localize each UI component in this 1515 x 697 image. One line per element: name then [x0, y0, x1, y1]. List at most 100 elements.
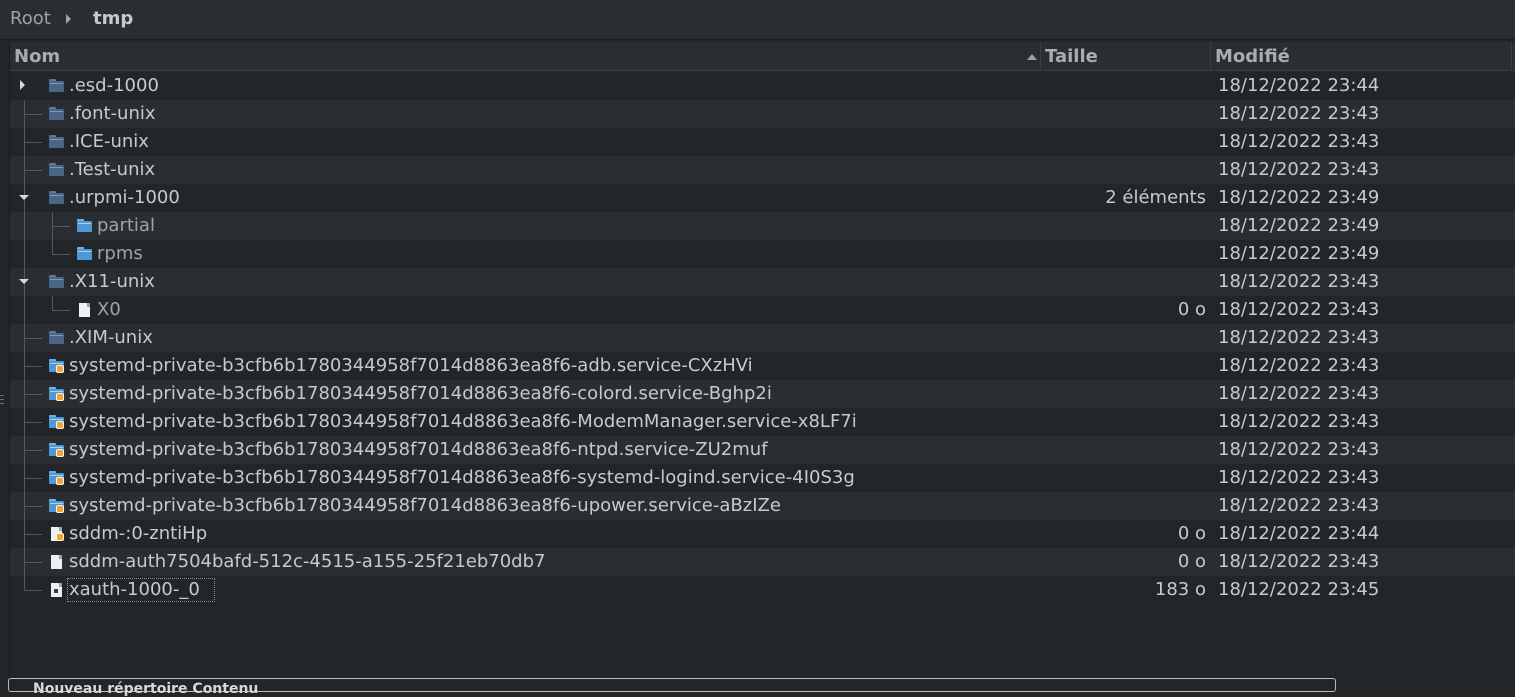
folder-icon: [77, 247, 93, 261]
row-size: [1040, 408, 1206, 436]
row-name: systemd-private-b3cfb6b1780344958f7014d8…: [69, 355, 753, 376]
row-name: sddm-:0-zntiHp: [69, 523, 208, 544]
row-modified: 18/12/2022 23:43: [1218, 439, 1380, 460]
row-modified: 18/12/2022 23:43: [1218, 355, 1380, 376]
tree-row[interactable]: systemd-private-b3cfb6b1780344958f7014d8…: [10, 380, 1515, 408]
row-name: systemd-private-b3cfb6b1780344958f7014d8…: [69, 411, 857, 432]
collapse-arrow-icon[interactable]: [19, 279, 29, 284]
row-name: .Test-unix: [69, 159, 156, 180]
tree-row-selected[interactable]: xauth-1000-_0 183 o 18/12/2022 23:45: [10, 576, 1515, 604]
file-icon: [49, 555, 65, 569]
folder-icon: [49, 331, 65, 345]
tree-row[interactable]: .Test-unix 18/12/2022 23:43: [10, 156, 1515, 184]
collapse-arrow-icon[interactable]: [19, 195, 29, 200]
row-name: sddm-auth7504bafd-512c-4515-a155-25f21eb…: [69, 551, 546, 572]
folder-icon: [49, 275, 65, 289]
tree-row[interactable]: systemd-private-b3cfb6b1780344958f7014d8…: [10, 352, 1515, 380]
bottom-panel[interactable]: Nouveau répertoire Contenu: [8, 678, 1336, 697]
tree-row[interactable]: rpms 18/12/2022 23:49: [10, 240, 1515, 268]
sort-ascending-icon[interactable]: [1027, 54, 1037, 60]
file-icon: [77, 303, 93, 317]
row-size: 0 o: [1177, 551, 1206, 572]
row-name: .font-unix: [69, 103, 156, 124]
row-modified: 18/12/2022 23:43: [1218, 103, 1380, 124]
row-size: 2 éléments: [1105, 187, 1206, 208]
folder-icon: [49, 107, 65, 121]
tree-row[interactable]: partial 18/12/2022 23:49: [10, 212, 1515, 240]
row-size: [1040, 492, 1206, 520]
row-size: [1040, 156, 1206, 184]
row-modified: 18/12/2022 23:44: [1218, 523, 1380, 544]
row-modified: 18/12/2022 23:49: [1218, 215, 1380, 236]
breadcrumb-root[interactable]: Root: [10, 8, 51, 29]
breadcrumb: Root tmp: [0, 0, 1515, 40]
row-name: .esd-1000: [69, 75, 159, 96]
folder-icon: [49, 135, 65, 149]
tree-row[interactable]: .ICE-unix 18/12/2022 23:43: [10, 128, 1515, 156]
tree-row[interactable]: .urpmi-1000 2 éléments 18/12/2022 23:49: [10, 184, 1515, 212]
row-size: [1040, 436, 1206, 464]
row-name: systemd-private-b3cfb6b1780344958f7014d8…: [69, 467, 855, 488]
column-name[interactable]: Nom: [10, 42, 1040, 71]
tree-row[interactable]: .esd-1000 18/12/2022 23:44: [10, 72, 1515, 100]
row-modified: 18/12/2022 23:43: [1218, 159, 1380, 180]
tree-row[interactable]: systemd-private-b3cfb6b1780344958f7014d8…: [10, 464, 1515, 492]
row-name: .ICE-unix: [69, 131, 149, 152]
tree-row[interactable]: .font-unix 18/12/2022 23:43: [10, 100, 1515, 128]
row-name: partial: [97, 215, 155, 236]
locked-folder-icon: [49, 359, 65, 373]
tree-row[interactable]: systemd-private-b3cfb6b1780344958f7014d8…: [10, 492, 1515, 520]
bottom-panel-label: Nouveau répertoire Contenu: [33, 681, 259, 697]
row-size: 0 o: [1177, 299, 1206, 320]
chevron-right-icon[interactable]: [66, 14, 71, 24]
row-size: 183 o: [1154, 579, 1206, 600]
column-size[interactable]: Taille: [1040, 42, 1210, 71]
row-modified: 18/12/2022 23:45: [1218, 579, 1380, 600]
row-modified: 18/12/2022 23:43: [1218, 495, 1380, 516]
column-modified[interactable]: Modifié: [1210, 42, 1512, 71]
folder-icon: [49, 163, 65, 177]
row-name: X0: [97, 299, 121, 320]
locked-folder-icon: [49, 499, 65, 513]
column-size-label: Taille: [1045, 46, 1098, 67]
row-name: .urpmi-1000: [69, 187, 180, 208]
row-size: [1040, 380, 1206, 408]
locked-folder-icon: [49, 471, 65, 485]
row-modified: 18/12/2022 23:43: [1218, 327, 1380, 348]
row-modified: 18/12/2022 23:43: [1218, 271, 1380, 292]
tree-row[interactable]: sddm-auth7504bafd-512c-4515-a155-25f21eb…: [10, 548, 1515, 576]
file-tree-view[interactable]: Nom Taille Modifié .esd-1000 18/12/2022 …: [9, 42, 1515, 685]
row-modified: 18/12/2022 23:43: [1218, 411, 1380, 432]
row-size: [1040, 212, 1206, 240]
row-modified: 18/12/2022 23:43: [1218, 551, 1380, 572]
locked-folder-icon: [49, 443, 65, 457]
folder-icon: [77, 219, 93, 233]
row-size: [1040, 128, 1206, 156]
key-file-icon: [49, 583, 65, 597]
tree-row[interactable]: .XIM-unix 18/12/2022 23:43: [10, 324, 1515, 352]
row-size: 0 o: [1177, 523, 1206, 544]
row-name: .XIM-unix: [69, 327, 153, 348]
row-name: systemd-private-b3cfb6b1780344958f7014d8…: [69, 495, 781, 516]
expand-arrow-icon[interactable]: [20, 80, 25, 90]
column-modified-label: Modifié: [1215, 46, 1290, 67]
row-modified: 18/12/2022 23:44: [1218, 75, 1380, 96]
row-size: [1040, 464, 1206, 492]
row-modified: 18/12/2022 23:43: [1218, 299, 1380, 320]
locked-file-icon: [49, 527, 65, 541]
tree-row[interactable]: X0 0 o 18/12/2022 23:43: [10, 296, 1515, 324]
tree-row[interactable]: systemd-private-b3cfb6b1780344958f7014d8…: [10, 408, 1515, 436]
breadcrumb-current[interactable]: tmp: [93, 8, 133, 29]
tree-row[interactable]: sddm-:0-zntiHp 0 o 18/12/2022 23:44: [10, 520, 1515, 548]
locked-folder-icon: [49, 415, 65, 429]
folder-icon: [49, 79, 65, 93]
row-name: systemd-private-b3cfb6b1780344958f7014d8…: [69, 439, 768, 460]
row-size: [1040, 268, 1206, 296]
locked-folder-icon: [49, 387, 65, 401]
row-modified: 18/12/2022 23:43: [1218, 467, 1380, 488]
tree-row[interactable]: systemd-private-b3cfb6b1780344958f7014d8…: [10, 436, 1515, 464]
tree-row[interactable]: .X11-unix 18/12/2022 23:43: [10, 268, 1515, 296]
column-name-label: Nom: [14, 46, 61, 67]
splitter-handle[interactable]: [0, 392, 4, 406]
row-size: [1040, 324, 1206, 352]
